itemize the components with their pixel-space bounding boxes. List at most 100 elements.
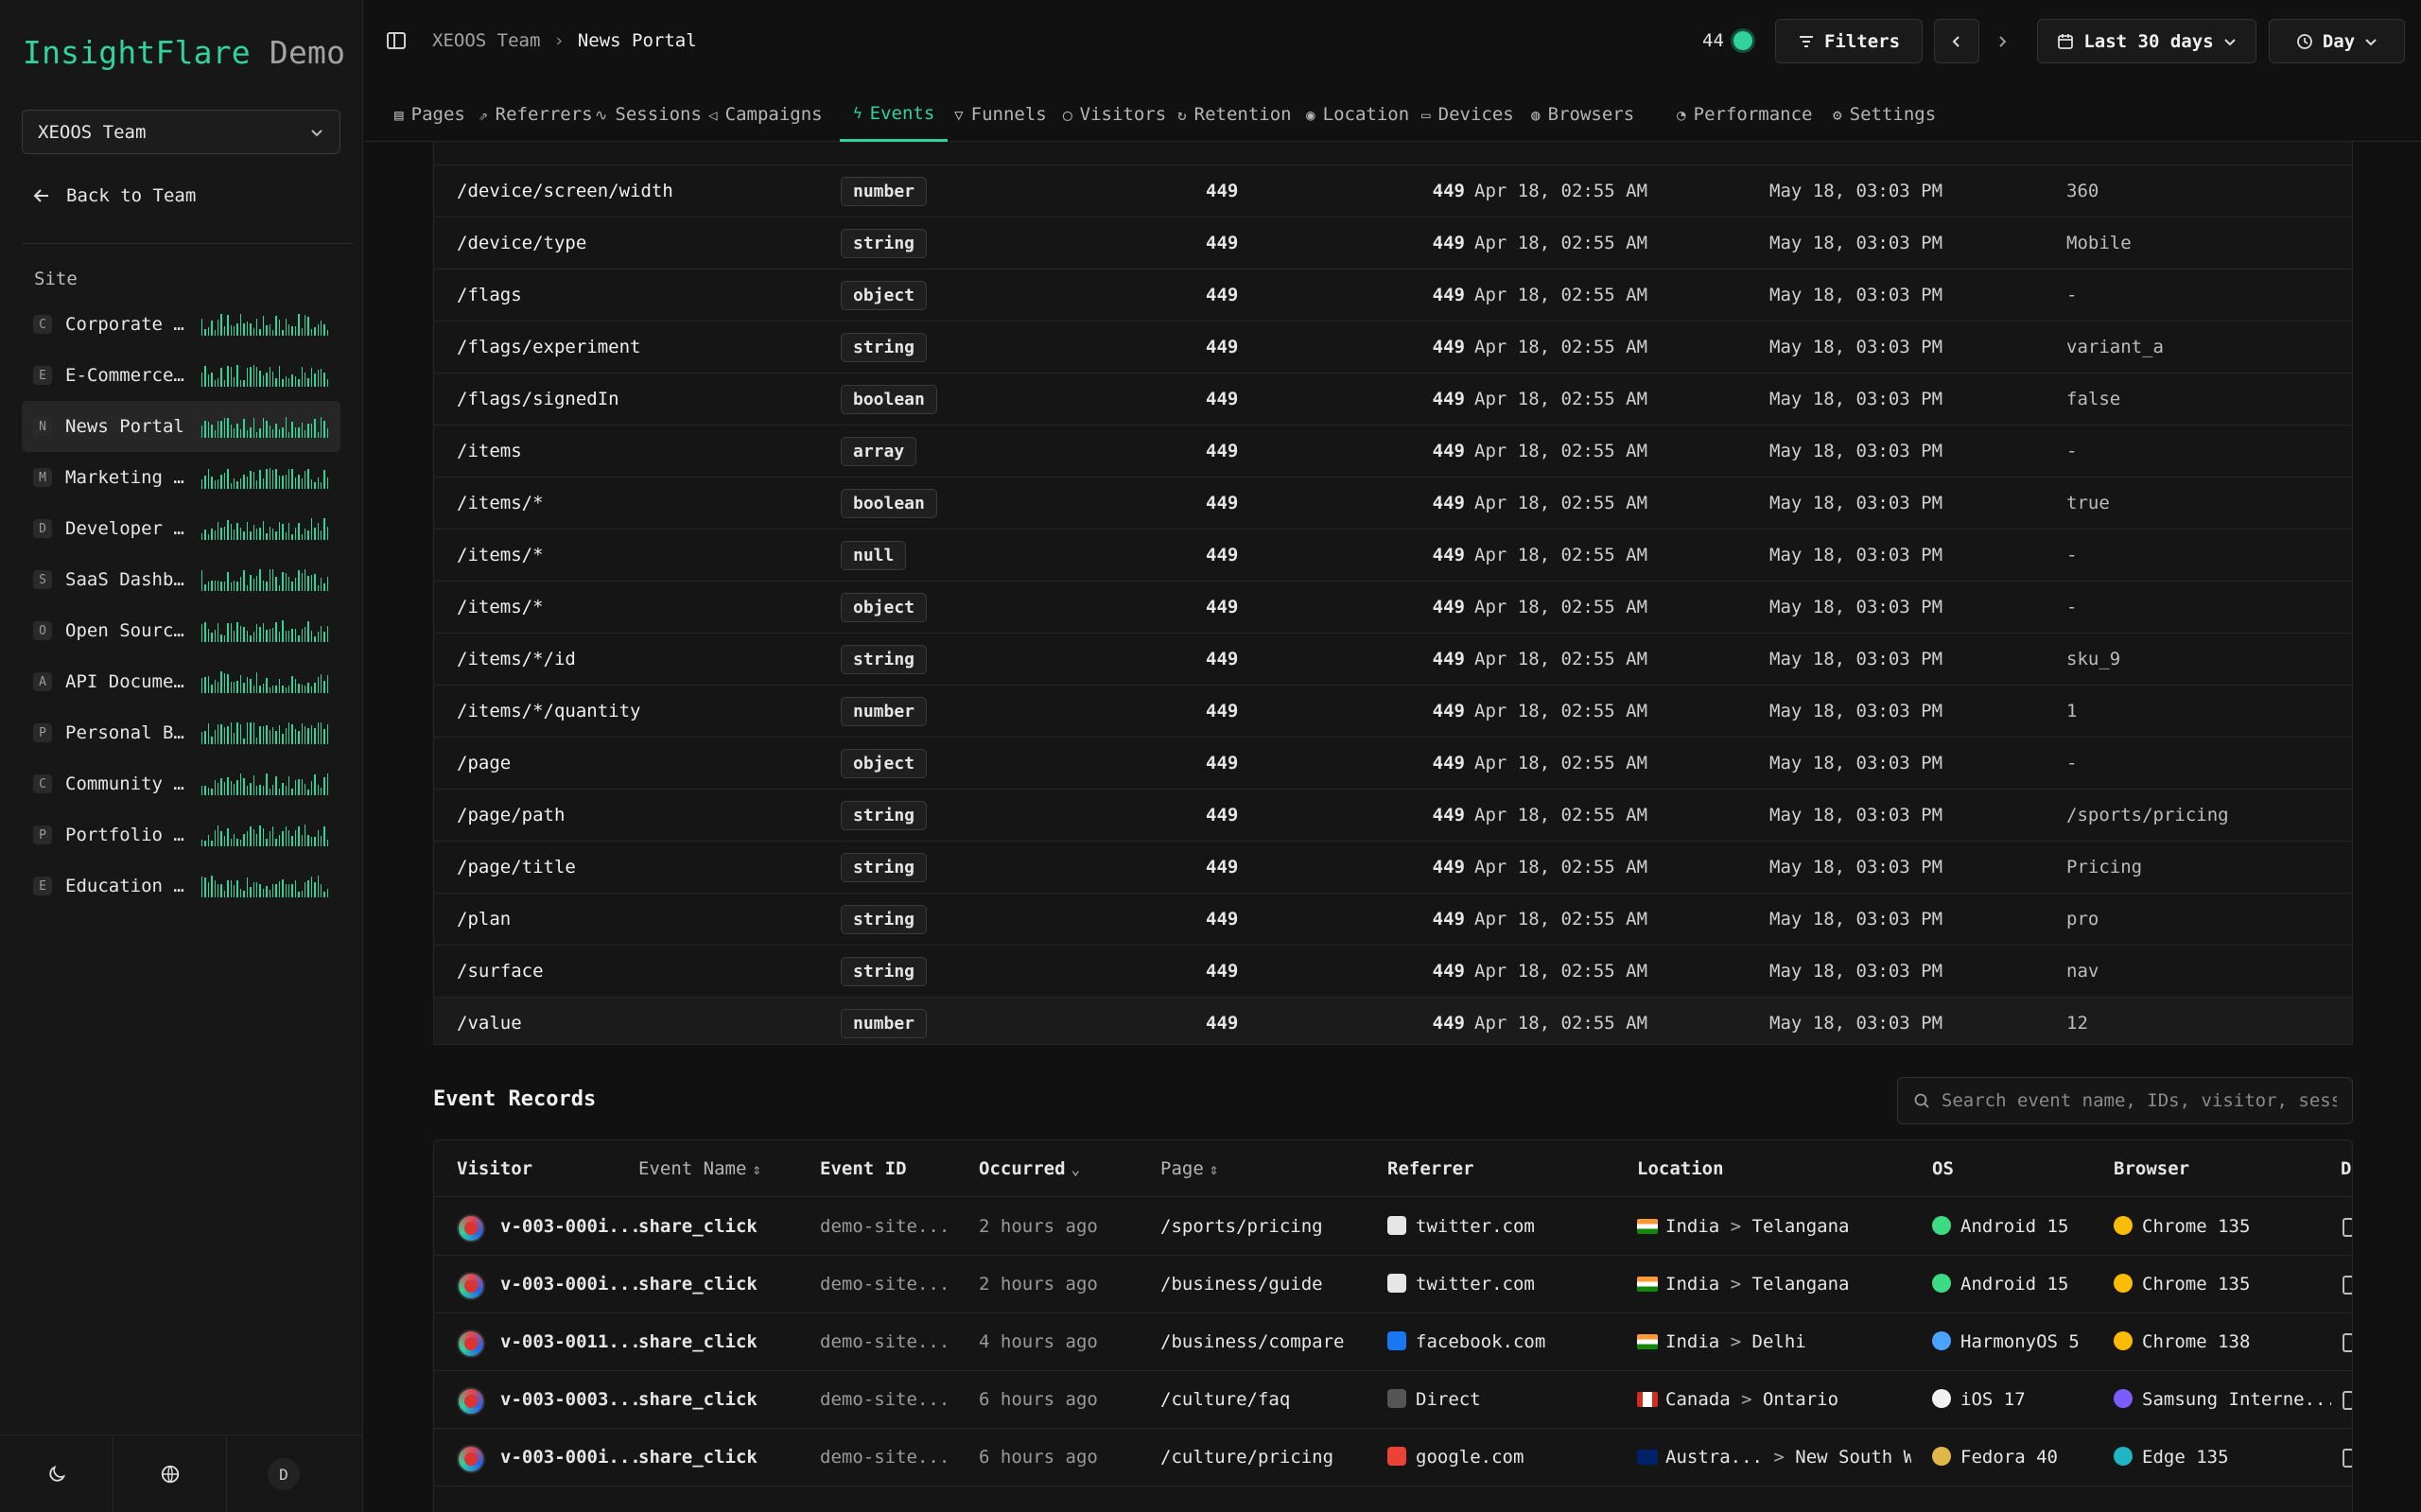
sparkline-bar [307,621,309,642]
device-icon [2343,1449,2352,1468]
property-row[interactable]: /surface string 449 449 Apr 18, 02:55 AM May … [434,946,2352,998]
app-logo[interactable]: InsightFlare Demo [23,34,345,71]
property-row[interactable]: /items/* null 449 449 Apr 18, 02:55 AM May 18… [434,530,2352,582]
tab-location[interactable]: ◉ Location [1306,87,1409,142]
filters-button[interactable]: Filters [1775,19,1923,63]
tab-visitors[interactable]: ◯ Visitors [1063,87,1166,142]
property-row[interactable]: /device/screen/width number 449 449 Apr 18, … [434,165,2352,217]
sidebar-site-item[interactable]: E Education P... [22,860,340,912]
column-header-os[interactable]: OS [1932,1158,1954,1179]
sidebar-site-item[interactable]: N News Portal [22,401,340,452]
language-button[interactable] [113,1435,227,1512]
tab-performance[interactable]: ◔ Performance [1677,87,1812,142]
property-path: /flags [457,285,522,305]
sparkline-bar [285,631,287,642]
sidebar-site-item[interactable]: P Portfolio S... [22,809,340,860]
property-row[interactable]: /flags object 449 449 Apr 18, 02:55 AM May 18… [434,269,2352,322]
sidebar-site-item[interactable]: E E-Commerce ... [22,350,340,401]
sidebar-site-item[interactable]: C Corporate W... [22,299,340,350]
property-row[interactable]: /items/*/id string 449 449 Apr 18, 02:55 AM M… [434,634,2352,686]
device-icon [2343,1218,2352,1237]
sidebar-site-item[interactable]: S SaaS Dashbo... [22,554,340,605]
property-last-seen: May 18, 03:03 PM [1769,181,1943,201]
sparkline-bar [310,686,313,693]
tab-settings[interactable]: ⚙ Settings [1833,87,1936,142]
sparkline-bar [230,483,233,489]
property-row[interactable]: /value number 449 449 Apr 18, 02:55 AM May 18… [434,998,2352,1044]
event-referrer: twitter.com [1387,1274,1535,1295]
property-row[interactable]: /items/* boolean 449 449 Apr 18, 02:55 AM May… [434,478,2352,530]
property-row[interactable]: /page/title string 449 449 Apr 18, 02:55 AM M… [434,842,2352,894]
sparkline-bar [259,470,261,489]
sparkline-bar [291,676,293,693]
sidebar-site-item[interactable]: A API Documen... [22,656,340,707]
visitor-id[interactable]: v-003-0003... [500,1389,641,1410]
visitor-id[interactable]: v-003-000i... [500,1274,641,1295]
team-selector[interactable]: XEOOS Team [22,110,340,154]
table-row[interactable]: v-003-000i... share_click demo-site... 2 ho… [434,1198,2352,1256]
tab-pages[interactable]: ▤ Pages [394,87,465,142]
tab-events[interactable]: ϟ Events [840,87,949,142]
column-header-d[interactable]: D [2341,1158,2351,1179]
property-row[interactable]: /flags/experiment string 449 449 Apr 18, 02:… [434,322,2352,374]
sparkline-bar [204,622,206,642]
back-to-team-link[interactable]: Back to Team [32,185,196,206]
column-header-visitor[interactable]: Visitor [457,1158,532,1179]
tab-devices[interactable]: ▭ Devices [1421,87,1514,142]
breadcrumb-team[interactable]: XEOOS Team [432,30,540,51]
tab-browsers[interactable]: ◍ Browsers [1531,87,1634,142]
sparkline-bar [255,834,258,846]
sidebar-toggle-icon[interactable] [387,32,406,49]
sidebar-site-item[interactable]: O Open Source... [22,605,340,656]
sparkline-bar [214,730,217,744]
property-row[interactable]: /plan string 449 449 Apr 18, 02:55 AM May 18,… [434,894,2352,946]
previous-range-button[interactable] [1934,19,1979,63]
property-row[interactable]: /page/path string 449 449 Apr 18, 02:55 AM Ma… [434,790,2352,842]
property-row[interactable]: /items/*/quantity number 449 449 Apr 18, 02:… [434,686,2352,738]
visitor-id[interactable]: v-003-000i... [500,1447,641,1468]
column-header-occurred[interactable]: Occurred ⌄ [979,1158,1080,1179]
property-last-seen: May 18, 03:03 PM [1769,649,1943,669]
tab-retention[interactable]: ↻ Retention [1177,87,1292,142]
property-row[interactable]: /flags/signedIn boolean 449 449 Apr 18, 02:5… [434,374,2352,426]
event-name: share_click [638,1274,758,1295]
column-header-referrer[interactable]: Referrer [1387,1158,1474,1179]
column-header-page[interactable]: Page ⇕ [1160,1158,1218,1179]
date-range-select[interactable]: Last 30 days [2037,19,2256,63]
tab-sessions[interactable]: ∿ Sessions [595,87,702,142]
property-row[interactable]: /items array 449 449 Apr 18, 02:55 AM May 18,… [434,426,2352,478]
table-row[interactable]: v-003-0011... share_click demo-site... 4 ho… [434,1313,2352,1371]
granularity-select[interactable]: Day [2269,19,2405,63]
column-header-location[interactable]: Location [1637,1158,1724,1179]
table-row[interactable]: v-003-0003... share_click demo-site... 6 ho… [434,1371,2352,1429]
sidebar-site-item[interactable]: P Personal Bl... [22,707,340,758]
sidebar-site-item[interactable]: C Community F... [22,758,340,809]
sparkline-bar [298,684,300,693]
tab-referrers[interactable]: ⇗ Referrers [479,87,593,142]
visitor-id[interactable]: v-003-000i... [500,1216,641,1237]
event-search-input[interactable] [1941,1090,2337,1111]
visitor-id[interactable]: v-003-0011... [500,1331,641,1352]
sparkline-bar [307,790,309,795]
table-row[interactable]: v-003-000i... share_click demo-site... 2 ho… [434,1256,2352,1313]
theme-toggle-button[interactable] [0,1435,113,1512]
tab-funnels[interactable]: ▽ Funnels [954,87,1047,142]
calendar-icon [2058,33,2074,49]
sparkline-bar [250,367,252,387]
tab-campaigns[interactable]: ◁ Campaigns [708,87,823,142]
sidebar-site-item[interactable]: D Developer D... [22,503,340,554]
property-row[interactable]: /page object 449 449 Apr 18, 02:55 AM May 18,… [434,738,2352,790]
event-occurred: 2 hours ago [979,1216,1098,1237]
column-header-event-name[interactable]: Event Name ⇕ [638,1158,761,1179]
column-header-event-id[interactable]: Event ID [820,1158,907,1179]
property-row[interactable]: /items/* object 449 449 Apr 18, 02:55 AM May … [434,582,2352,634]
table-row[interactable]: v-003-000i... share_click demo-site... 6 ho… [434,1429,2352,1486]
property-row[interactable]: /device/type string 449 449 Apr 18, 02:55 AM… [434,217,2352,269]
sparkline-bar [282,572,284,591]
property-occurrence-count: 449 [1432,233,1465,253]
user-menu-button[interactable]: D [227,1435,340,1512]
sidebar-site-item[interactable]: M Marketing L... [22,452,340,503]
sparkline-bar [291,326,293,336]
next-range-button[interactable] [1979,19,2025,63]
column-header-browser[interactable]: Browser [2114,1158,2189,1179]
